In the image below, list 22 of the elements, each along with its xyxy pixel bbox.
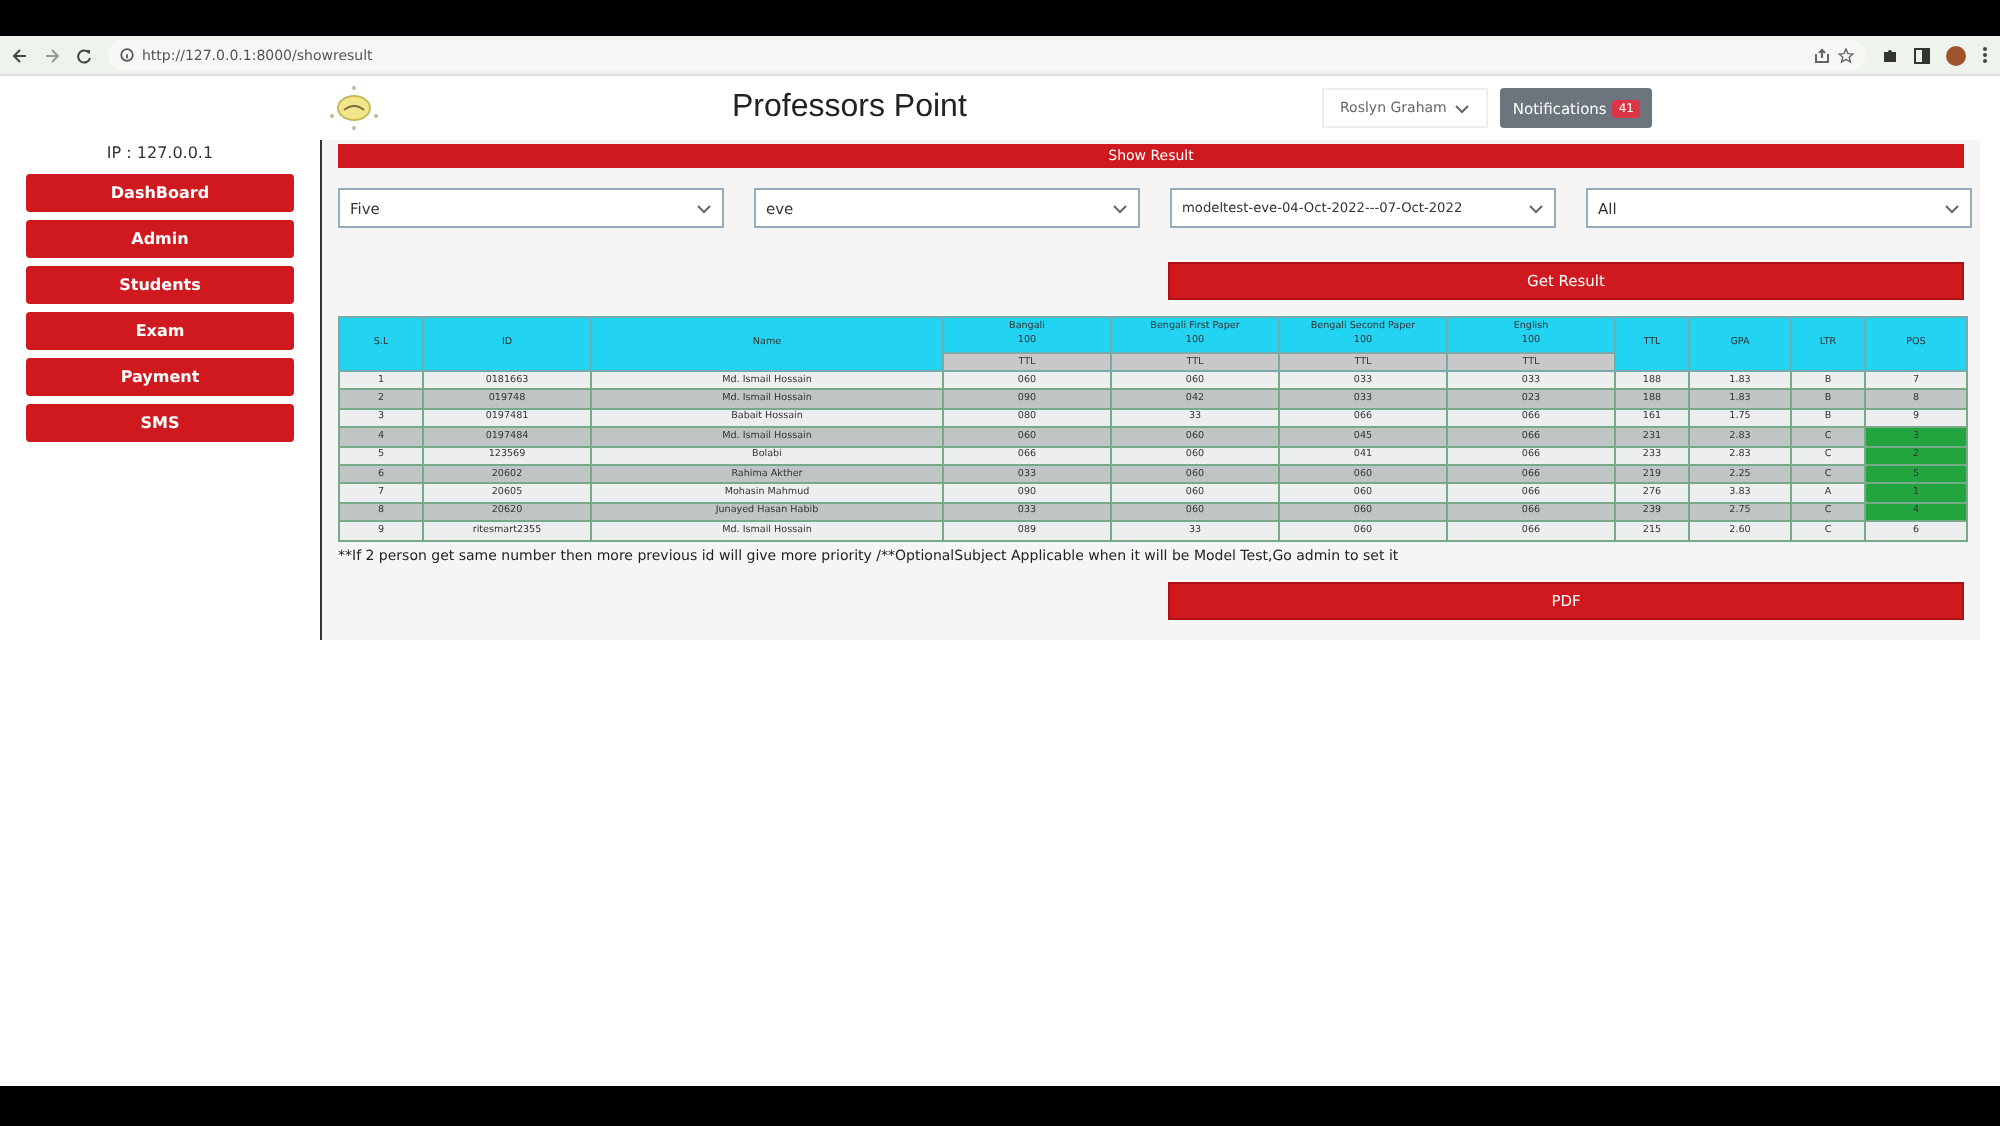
site-title: Professors Point: [732, 90, 969, 126]
chevron-down-icon: [1454, 103, 1471, 113]
sidebar-icon[interactable]: [1914, 47, 1930, 63]
sidebar-button[interactable]: DashBoard: [26, 174, 294, 212]
sidebar-button[interactable]: Admin: [26, 220, 294, 258]
logo-icon: [328, 84, 380, 132]
star-icon[interactable]: [1838, 47, 1854, 63]
sidebar-button[interactable]: Students: [26, 266, 294, 304]
back-arrow-icon[interactable]: [12, 47, 28, 63]
share-icon[interactable]: [1814, 47, 1830, 63]
chevron-down-icon: [1528, 203, 1544, 213]
chevron-down-icon: [696, 203, 712, 213]
chevron-down-icon: [1944, 203, 1960, 213]
info-icon: [120, 48, 134, 62]
chevron-down-icon: [1112, 203, 1128, 213]
avatar-icon[interactable]: [1946, 45, 1966, 65]
reload-icon[interactable]: [76, 47, 92, 63]
sidebar-button[interactable]: Exam: [26, 312, 294, 350]
menu-icon[interactable]: [1982, 46, 1988, 64]
sidebar-button[interactable]: SMS: [26, 404, 294, 442]
sidebar-button[interactable]: Payment: [26, 358, 294, 396]
ip-address: IP : 127.0.0.1: [106, 144, 214, 162]
